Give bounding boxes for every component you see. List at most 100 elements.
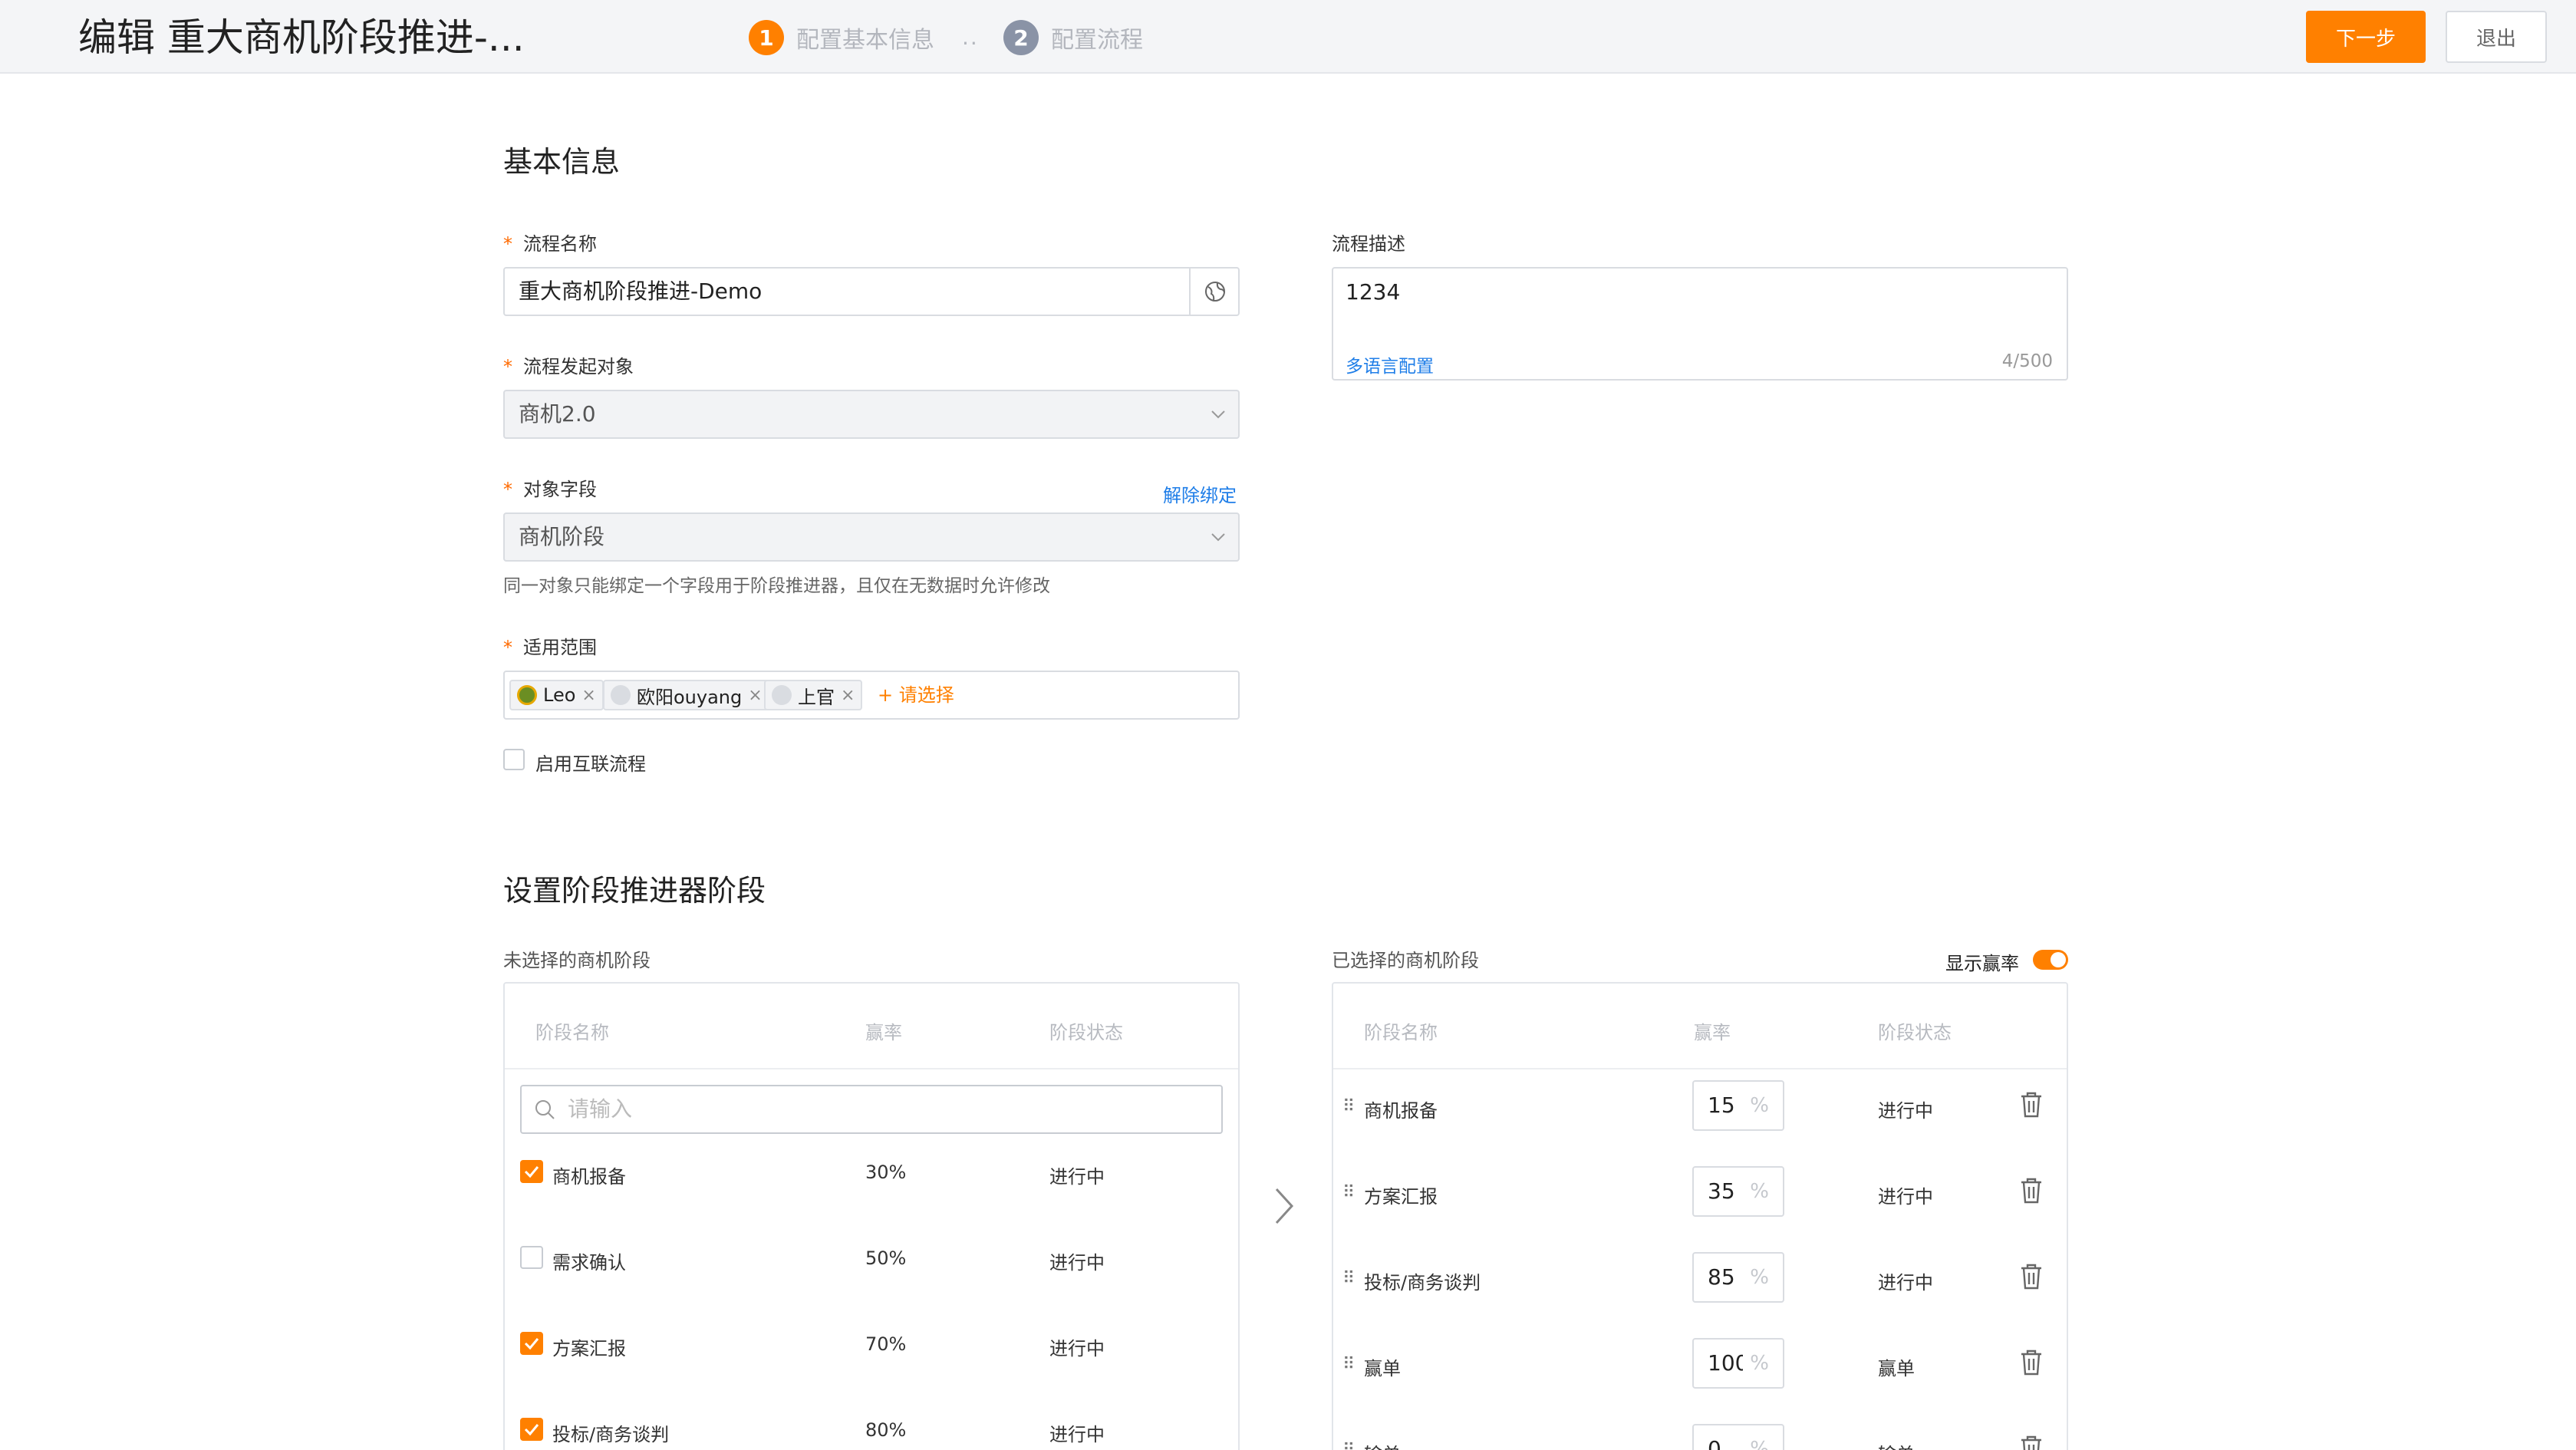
stage-name: 输单 <box>1364 1439 1401 1450</box>
next-step-button[interactable]: 下一步 <box>2306 11 2426 63</box>
stage-status: 进行中 <box>1049 1252 1105 1274</box>
stage-checkbox[interactable] <box>520 1246 543 1269</box>
step-number-badge: 2 <box>1003 20 1039 55</box>
description-value: 1234 <box>1346 279 1401 305</box>
scope-tag: Leo × <box>509 680 604 710</box>
drag-handle-icon[interactable]: ⠿ <box>1342 1441 1355 1450</box>
stage-name: 赢单 <box>1364 1358 1401 1379</box>
drag-handle-icon[interactable]: ⠿ <box>1342 1269 1355 1288</box>
close-icon[interactable]: × <box>841 686 855 705</box>
close-icon[interactable]: × <box>581 686 595 705</box>
unbind-link[interactable]: 解除绑定 <box>1163 480 1237 507</box>
stage-checkbox[interactable] <box>520 1418 543 1441</box>
drag-handle-icon[interactable]: ⠿ <box>1342 1097 1355 1116</box>
stage-status: 进行中 <box>1878 1272 1933 1293</box>
rate-input[interactable]: 15% <box>1692 1080 1784 1131</box>
rate-input[interactable]: 100% <box>1692 1338 1784 1389</box>
close-icon[interactable]: × <box>748 686 762 705</box>
stage-name: 方案汇报 <box>1364 1186 1438 1208</box>
stage-name: 方案汇报 <box>552 1338 626 1359</box>
stage-status: 进行中 <box>1049 1338 1105 1359</box>
column-header-rate: 赢率 <box>865 1022 902 1043</box>
stage-rate: 50% <box>865 1247 907 1269</box>
avatar <box>517 685 537 705</box>
unselected-stages-panel: 阶段名称 赢率 阶段状态 请输入 商机报备 30% 进行中 需求确认 50% 进… <box>503 982 1240 1450</box>
check-icon <box>524 1338 539 1350</box>
rate-input[interactable]: 35% <box>1692 1166 1784 1217</box>
flow-name-label: * 流程名称 <box>503 233 597 255</box>
flow-name-input[interactable]: 重大商机阶段推进-Demo <box>503 267 1240 316</box>
flow-object-value: 商机2.0 <box>519 401 596 427</box>
column-header-name: 阶段名称 <box>1364 1022 1438 1043</box>
stage-status: 进行中 <box>1049 1166 1105 1188</box>
description-textarea[interactable]: 1234 多语言配置 4/500 <box>1332 267 2068 381</box>
check-icon <box>524 1424 539 1436</box>
object-field-select[interactable]: 商机阶段 <box>503 512 1240 562</box>
search-icon <box>535 1100 555 1119</box>
step-number-badge: 1 <box>749 20 784 55</box>
step-configure-flow[interactable]: 2 配置流程 <box>1003 20 1143 55</box>
step-basic-info[interactable]: 1 配置基本信息 <box>749 20 934 55</box>
globe-icon <box>1205 282 1225 302</box>
top-header: 编辑 重大商机阶段推进-... 1 配置基本信息 .. 2 配置流程 下一步 退… <box>0 0 2576 74</box>
chevron-down-icon <box>1211 410 1225 419</box>
column-header-status: 阶段状态 <box>1049 1022 1123 1043</box>
object-field-value: 商机阶段 <box>519 524 605 549</box>
chevron-right-icon[interactable] <box>1273 1186 1295 1226</box>
stage-status: 进行中 <box>1878 1100 1933 1122</box>
stage-checkbox[interactable] <box>520 1160 543 1183</box>
stage-name: 商机报备 <box>1364 1100 1438 1122</box>
trash-icon[interactable] <box>2019 1263 2044 1290</box>
scope-tag: 欧阳ouyang × <box>603 680 770 710</box>
stage-status: 输单 <box>1878 1439 1915 1450</box>
search-placeholder: 请输入 <box>568 1096 633 1122</box>
section-title-basic-info: 基本信息 <box>503 145 621 179</box>
rate-input[interactable]: 85% <box>1692 1252 1784 1303</box>
drag-handle-icon[interactable]: ⠿ <box>1342 1183 1355 1202</box>
trash-icon[interactable] <box>2019 1177 2044 1204</box>
show-rate-label: 显示赢率 <box>1945 953 2019 974</box>
stage-rate: 70% <box>865 1333 907 1355</box>
column-header-name: 阶段名称 <box>535 1022 609 1043</box>
flow-object-select[interactable]: 商机2.0 <box>503 390 1240 439</box>
drag-handle-icon[interactable]: ⠿ <box>1342 1355 1355 1374</box>
avatar <box>772 685 792 705</box>
exit-button[interactable]: 退出 <box>2446 11 2547 63</box>
trash-icon[interactable] <box>2019 1091 2044 1119</box>
flow-object-label: * 流程发起对象 <box>503 356 634 377</box>
description-label: 流程描述 <box>1332 233 1405 255</box>
check-icon <box>524 1166 539 1178</box>
show-rate-toggle[interactable] <box>2033 950 2068 970</box>
stage-checkbox[interactable] <box>520 1332 543 1355</box>
stage-status: 赢单 <box>1878 1358 1915 1379</box>
interconnect-checkbox[interactable] <box>503 749 525 770</box>
trash-icon[interactable] <box>2019 1349 2044 1376</box>
stage-name: 投标/商务谈判 <box>1364 1272 1481 1293</box>
header-divider <box>1333 1068 2067 1069</box>
section-title-stages: 设置阶段推进器阶段 <box>503 874 766 908</box>
trash-icon[interactable] <box>2019 1435 2044 1450</box>
rate-input[interactable]: 0% <box>1692 1424 1784 1450</box>
scope-tag: 上官 × <box>764 680 863 710</box>
scope-selector[interactable]: Leo × 欧阳ouyang × 上官 × + 请选择 <box>503 671 1240 720</box>
step-label: 配置流程 <box>1051 27 1143 54</box>
multilang-button[interactable] <box>1189 269 1238 315</box>
avatar <box>611 685 631 705</box>
stage-search-input[interactable]: 请输入 <box>520 1085 1223 1134</box>
add-scope-link[interactable]: + 请选择 <box>878 672 954 718</box>
column-header-rate: 赢率 <box>1694 1022 1731 1043</box>
page-title: 编辑 重大商机阶段推进-... <box>78 15 525 60</box>
scope-label: * 适用范围 <box>503 637 597 658</box>
stage-status: 进行中 <box>1878 1186 1933 1208</box>
header-divider <box>505 1068 1238 1069</box>
stage-rate: 80% <box>865 1419 907 1441</box>
multilang-config-link[interactable]: 多语言配置 <box>1346 351 1434 377</box>
step-label: 配置基本信息 <box>796 27 934 54</box>
stage-name: 需求确认 <box>552 1252 626 1274</box>
flow-name-value: 重大商机阶段推进-Demo <box>519 278 763 304</box>
column-header-status: 阶段状态 <box>1878 1022 1952 1043</box>
selected-stages-title: 已选择的商机阶段 <box>1332 950 1479 971</box>
char-counter: 4/500 <box>2001 351 2053 371</box>
step-separator: .. <box>962 25 979 50</box>
object-field-hint: 同一对象只能绑定一个字段用于阶段推进器，且仅在无数据时允许修改 <box>503 576 1050 596</box>
